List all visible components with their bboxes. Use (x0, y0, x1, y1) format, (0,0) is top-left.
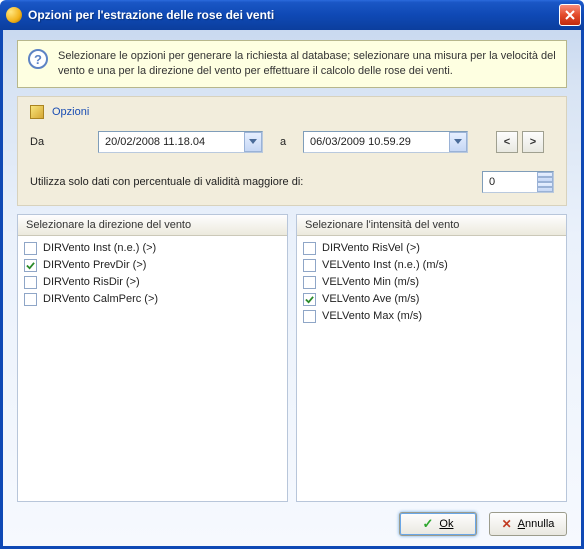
intensity-item[interactable]: VELVento Ave (m/s) (303, 291, 560, 308)
check-icon: ✓ (423, 516, 434, 532)
intensity-checkbox[interactable] (303, 276, 316, 289)
intensity-item[interactable]: VELVento Min (m/s) (303, 274, 560, 291)
date-nav-buttons: < > (496, 131, 544, 153)
cancel-button[interactable]: ✕ Annulla (489, 512, 567, 536)
x-icon: ✕ (502, 517, 512, 531)
from-label: Da (30, 136, 88, 148)
question-icon: ? (28, 49, 48, 69)
lists-container: Selezionare la direzione del vento DIRVe… (17, 214, 567, 502)
intensity-item-label: VELVento Inst (n.e.) (m/s) (322, 259, 448, 271)
intensity-checkbox[interactable] (303, 242, 316, 255)
direction-checkbox[interactable] (24, 259, 37, 272)
ok-button[interactable]: ✓ Ok (399, 512, 477, 536)
intensity-checkbox[interactable] (303, 259, 316, 272)
to-label: a (277, 136, 289, 148)
date-row: Da 20/02/2008 11.18.04 a 06/03/2009 10.5… (30, 131, 554, 153)
close-button[interactable] (559, 4, 581, 26)
intensity-item[interactable]: VELVento Max (m/s) (303, 308, 560, 325)
intensity-header: Selezionare l'intensità del vento (297, 215, 566, 236)
direction-item[interactable]: DIRVento Inst (n.e.) (>) (24, 240, 281, 257)
cancel-label: Annulla (518, 518, 555, 530)
intensity-item-label: VELVento Ave (m/s) (322, 293, 419, 305)
date-from-value: 20/02/2008 11.18.04 (99, 136, 244, 148)
window-title: Opzioni per l'estrazione delle rose dei … (28, 8, 559, 22)
prev-button[interactable]: < (496, 131, 518, 153)
spinner-up-button[interactable] (537, 172, 553, 182)
intensity-checkbox[interactable] (303, 293, 316, 306)
direction-header: Selezionare la direzione del vento (18, 215, 287, 236)
panel-header: Opzioni (30, 105, 554, 119)
chevron-down-icon (538, 186, 552, 188)
intensity-item[interactable]: VELVento Inst (n.e.) (m/s) (303, 257, 560, 274)
check-icon (26, 261, 35, 270)
validity-value: 0 (483, 172, 537, 192)
direction-checkbox[interactable] (24, 276, 37, 289)
direction-item[interactable]: DIRVento PrevDir (>) (24, 257, 281, 274)
date-from-dropdown-button[interactable] (244, 132, 262, 152)
titlebar[interactable]: Opzioni per l'estrazione delle rose dei … (0, 0, 584, 30)
intensity-item-label: VELVento Max (m/s) (322, 310, 422, 322)
direction-item-label: DIRVento RisDir (>) (43, 276, 140, 288)
direction-listbox: Selezionare la direzione del vento DIRVe… (17, 214, 288, 502)
direction-checkbox[interactable] (24, 293, 37, 306)
chevron-up-icon (538, 176, 552, 178)
intensity-checkbox[interactable] (303, 310, 316, 323)
chevron-down-icon (249, 139, 257, 144)
validity-row: Utilizza solo dati con percentuale di va… (30, 171, 554, 193)
spinner-down-button[interactable] (537, 182, 553, 192)
panel-title: Opzioni (52, 106, 89, 118)
direction-checkbox[interactable] (24, 242, 37, 255)
intensity-listbox: Selezionare l'intensità del vento DIRVen… (296, 214, 567, 502)
check-icon (305, 295, 314, 304)
info-text: Selezionare le opzioni per generare la r… (58, 49, 556, 79)
validity-spinner[interactable]: 0 (482, 171, 554, 193)
intensity-item-label: VELVento Min (m/s) (322, 276, 419, 288)
direction-list-body: DIRVento Inst (n.e.) (>) DIRVento PrevDir… (18, 236, 287, 312)
app-icon (6, 7, 22, 23)
direction-item-label: DIRVento CalmPerc (>) (43, 293, 158, 305)
chevron-down-icon (454, 139, 462, 144)
info-banner: ? Selezionare le opzioni per generare la… (17, 40, 567, 88)
direction-item[interactable]: DIRVento RisDir (>) (24, 274, 281, 291)
direction-item-label: DIRVento Inst (n.e.) (>) (43, 242, 156, 254)
validity-label: Utilizza solo dati con percentuale di va… (30, 176, 472, 188)
footer-buttons: ✓ Ok ✕ Annulla (17, 512, 567, 536)
options-icon (30, 105, 44, 119)
intensity-item[interactable]: DIRVento RisVel (>) (303, 240, 560, 257)
date-to-value: 06/03/2009 10.59.29 (304, 136, 449, 148)
intensity-list-body: DIRVento RisVel (>) VELVento Inst (n.e.) … (297, 236, 566, 329)
close-icon (565, 10, 575, 20)
direction-item[interactable]: DIRVento CalmPerc (>) (24, 291, 281, 308)
ok-label: Ok (439, 518, 453, 530)
intensity-item-label: DIRVento RisVel (>) (322, 242, 420, 254)
next-button[interactable]: > (522, 131, 544, 153)
options-panel: Opzioni Da 20/02/2008 11.18.04 a 06/03/2… (17, 96, 567, 206)
date-to-input[interactable]: 06/03/2009 10.59.29 (303, 131, 468, 153)
date-from-input[interactable]: 20/02/2008 11.18.04 (98, 131, 263, 153)
date-to-dropdown-button[interactable] (449, 132, 467, 152)
direction-item-label: DIRVento PrevDir (>) (43, 259, 146, 271)
window-body: ? Selezionare le opzioni per generare la… (0, 30, 584, 549)
